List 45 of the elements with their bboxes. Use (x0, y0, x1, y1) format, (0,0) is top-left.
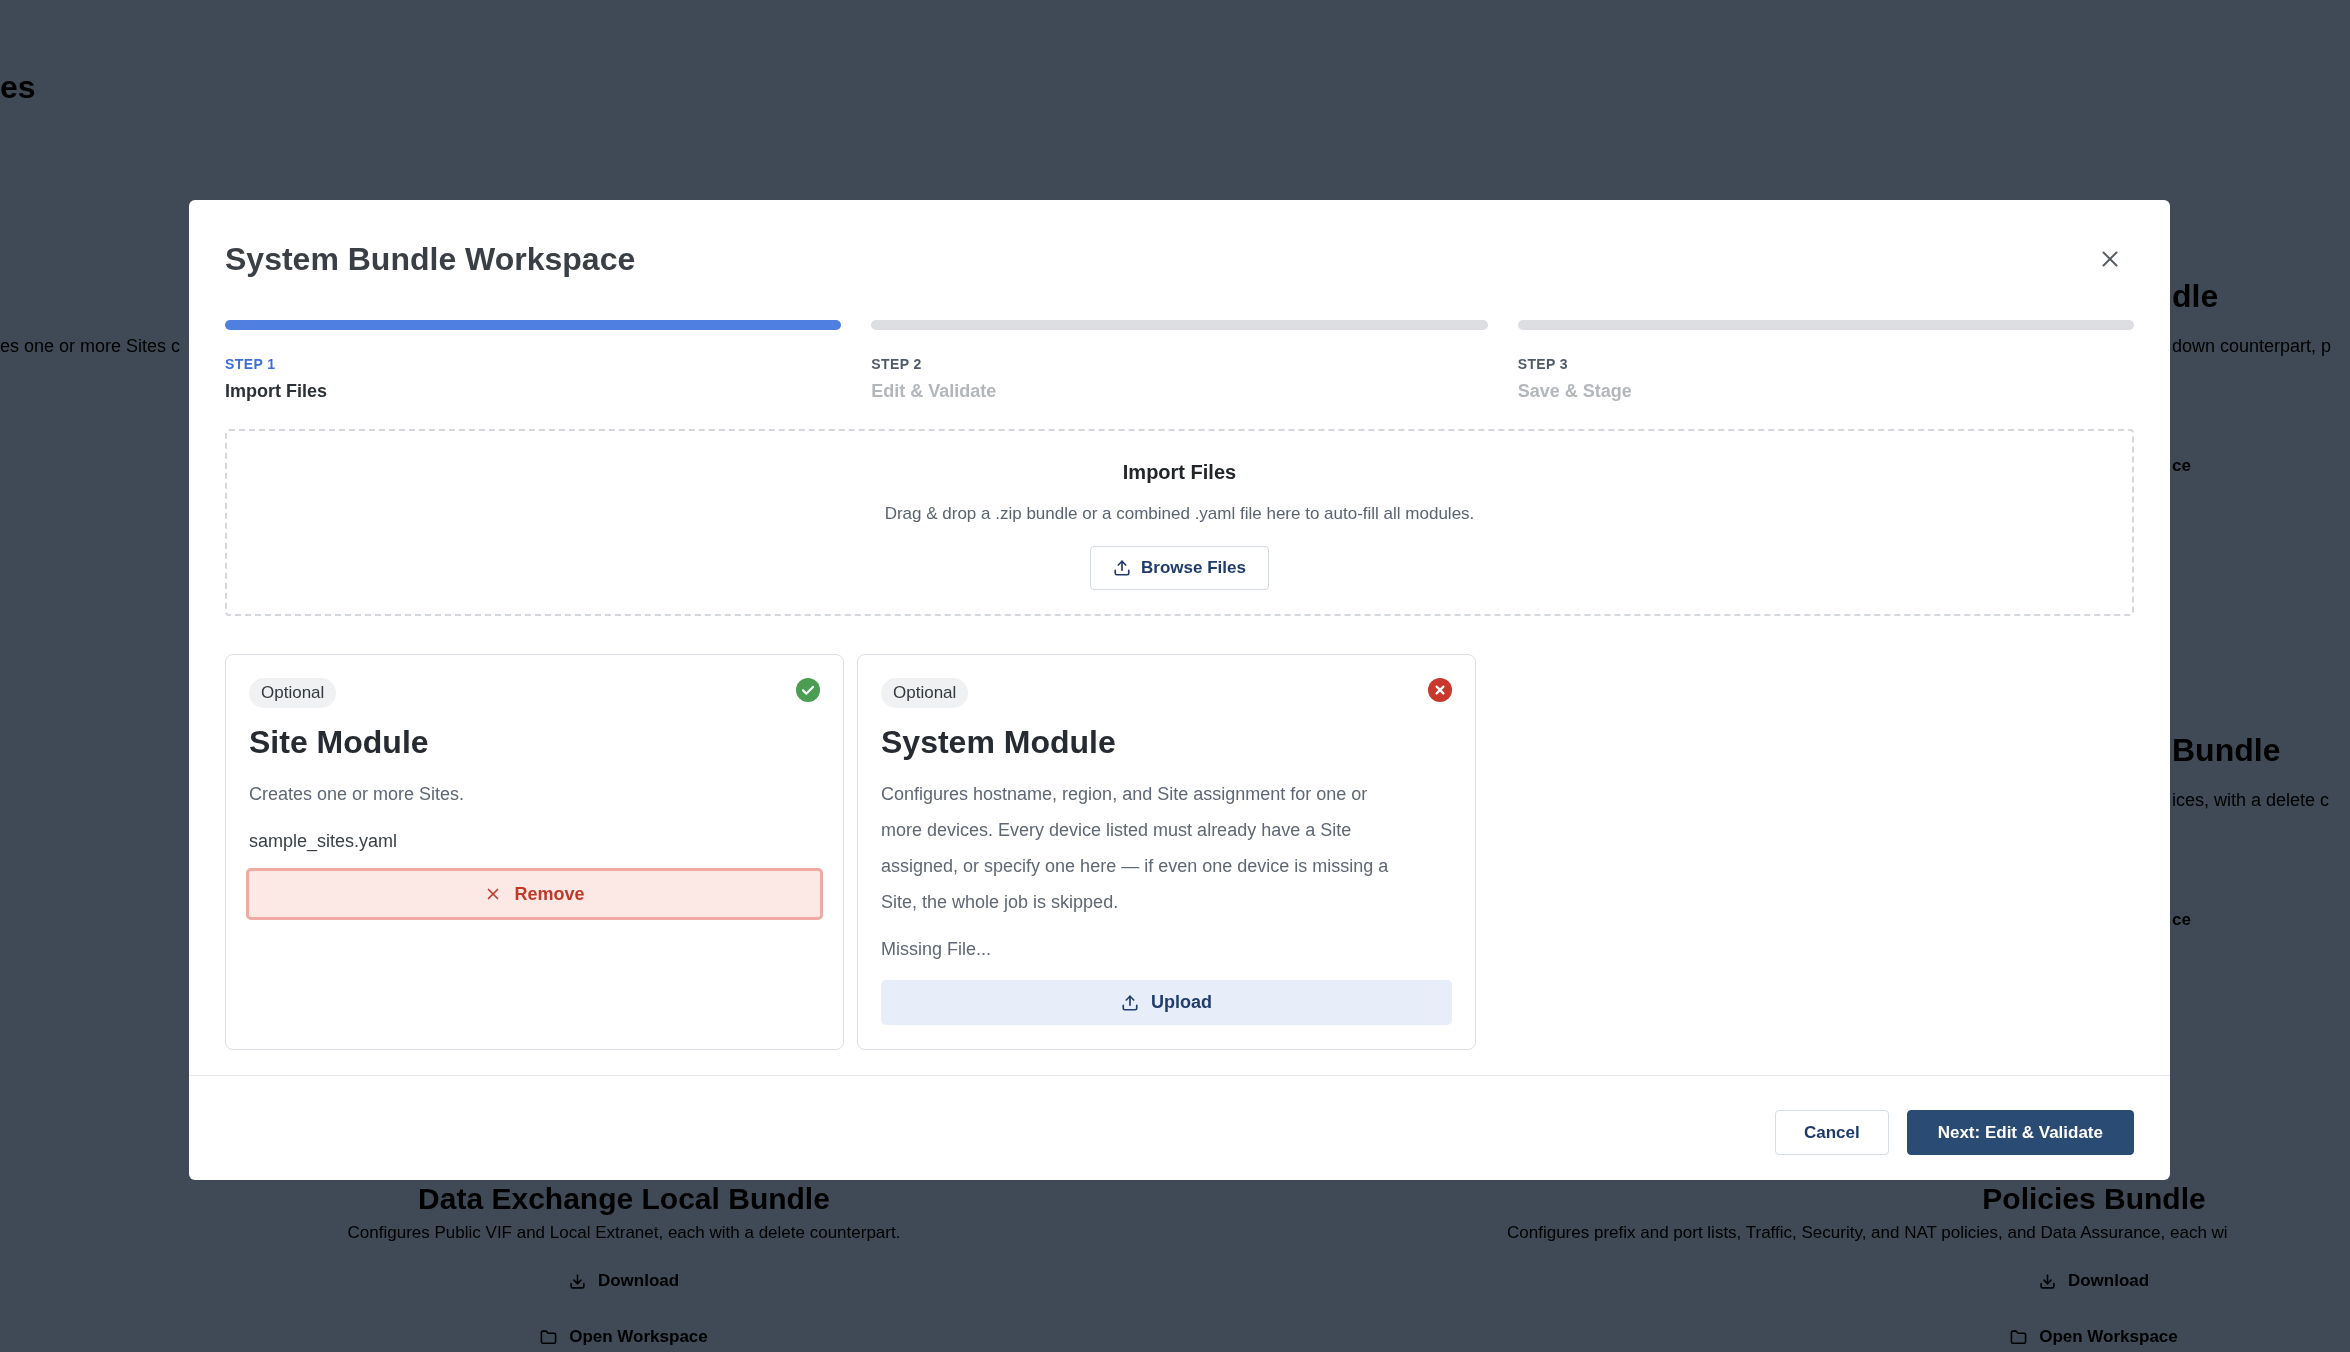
workspace-link[interactable]: ce (2172, 455, 2191, 477)
optional-badge: Optional (249, 678, 337, 708)
module-title: System Module (881, 723, 1117, 762)
remove-button[interactable]: Remove (246, 868, 823, 920)
download-link[interactable]: Download (2038, 1270, 2150, 1292)
browse-files-button[interactable]: Browse Files (1090, 546, 1269, 590)
file-drop-zone[interactable]: Import Files Drag & drop a .zip bundle or a combined .yaml file here to auto-fill all modules. Browse Files (225, 429, 2134, 616)
cancel-button[interactable]: Cancel (1774, 1110, 1889, 1155)
module-title: Site Module (249, 723, 430, 762)
module-description: Creates one or more Sites. (249, 783, 466, 806)
bundle-description: Configures Public VIF and Local Extranet, each with a delete counterpart. (347, 1222, 901, 1244)
step-title: Save & Stage (1517, 380, 1632, 403)
drop-zone-hint: Drag & drop a .zip bundle or a combined .yaml file here to auto-fill all modules. (884, 503, 1475, 525)
bundle-title: Data Exchange Local Bundle (418, 1182, 830, 1216)
file-name: Missing File... (881, 938, 992, 961)
drop-zone-title: Import Files (1122, 460, 1237, 485)
bundle-title: dle (2172, 277, 2219, 315)
next-button[interactable]: Next: Edit & Validate (1906, 1110, 2134, 1155)
upload-icon (1113, 559, 1132, 577)
bundle-description: down counterpart, p (2172, 335, 2332, 358)
download-link[interactable]: Download (568, 1270, 680, 1292)
download-icon (568, 1272, 586, 1290)
file-name: sample_sites.yaml (249, 830, 398, 853)
step-number: STEP 2 (871, 355, 922, 373)
module-description: Configures hostname, region, and Site assignment for one or more devices. Every device listed must already have a Site assigned, or specify one here — if even one device is missing a Site, the whole job is skipped. (881, 783, 1390, 914)
optional-badge: Optional (881, 678, 969, 708)
step-number: STEP 3 (1517, 355, 1569, 373)
folder-icon (540, 1328, 558, 1346)
step-number: STEP 1 (225, 355, 276, 373)
bundle-description: es one or more Sites c (0, 335, 181, 358)
workspace-link[interactable]: ce (2172, 909, 2191, 931)
bundle-title: Bundle (2172, 731, 2281, 769)
step-title: Import Files (225, 380, 327, 403)
page-heading: es (0, 68, 36, 107)
dialog-title: System Bundle Workspace (225, 240, 636, 279)
bundle-description: ices, with a delete c (2172, 789, 2330, 812)
open-workspace-link[interactable]: Open Workspace (2010, 1326, 2178, 1348)
download-icon (2038, 1272, 2056, 1290)
bundle-title: Policies Bundle (1982, 1182, 2206, 1216)
folder-icon (2010, 1328, 2028, 1346)
open-workspace-link[interactable]: Open Workspace (540, 1326, 708, 1348)
step-title: Edit & Validate (871, 380, 997, 403)
bundle-description: Configures prefix and port lists, Traffic, Security, and NAT policies, and Data Assurance, each wi (1507, 1222, 2228, 1244)
upload-icon (1121, 993, 1139, 1012)
upload-button[interactable]: Upload (881, 980, 1452, 1025)
